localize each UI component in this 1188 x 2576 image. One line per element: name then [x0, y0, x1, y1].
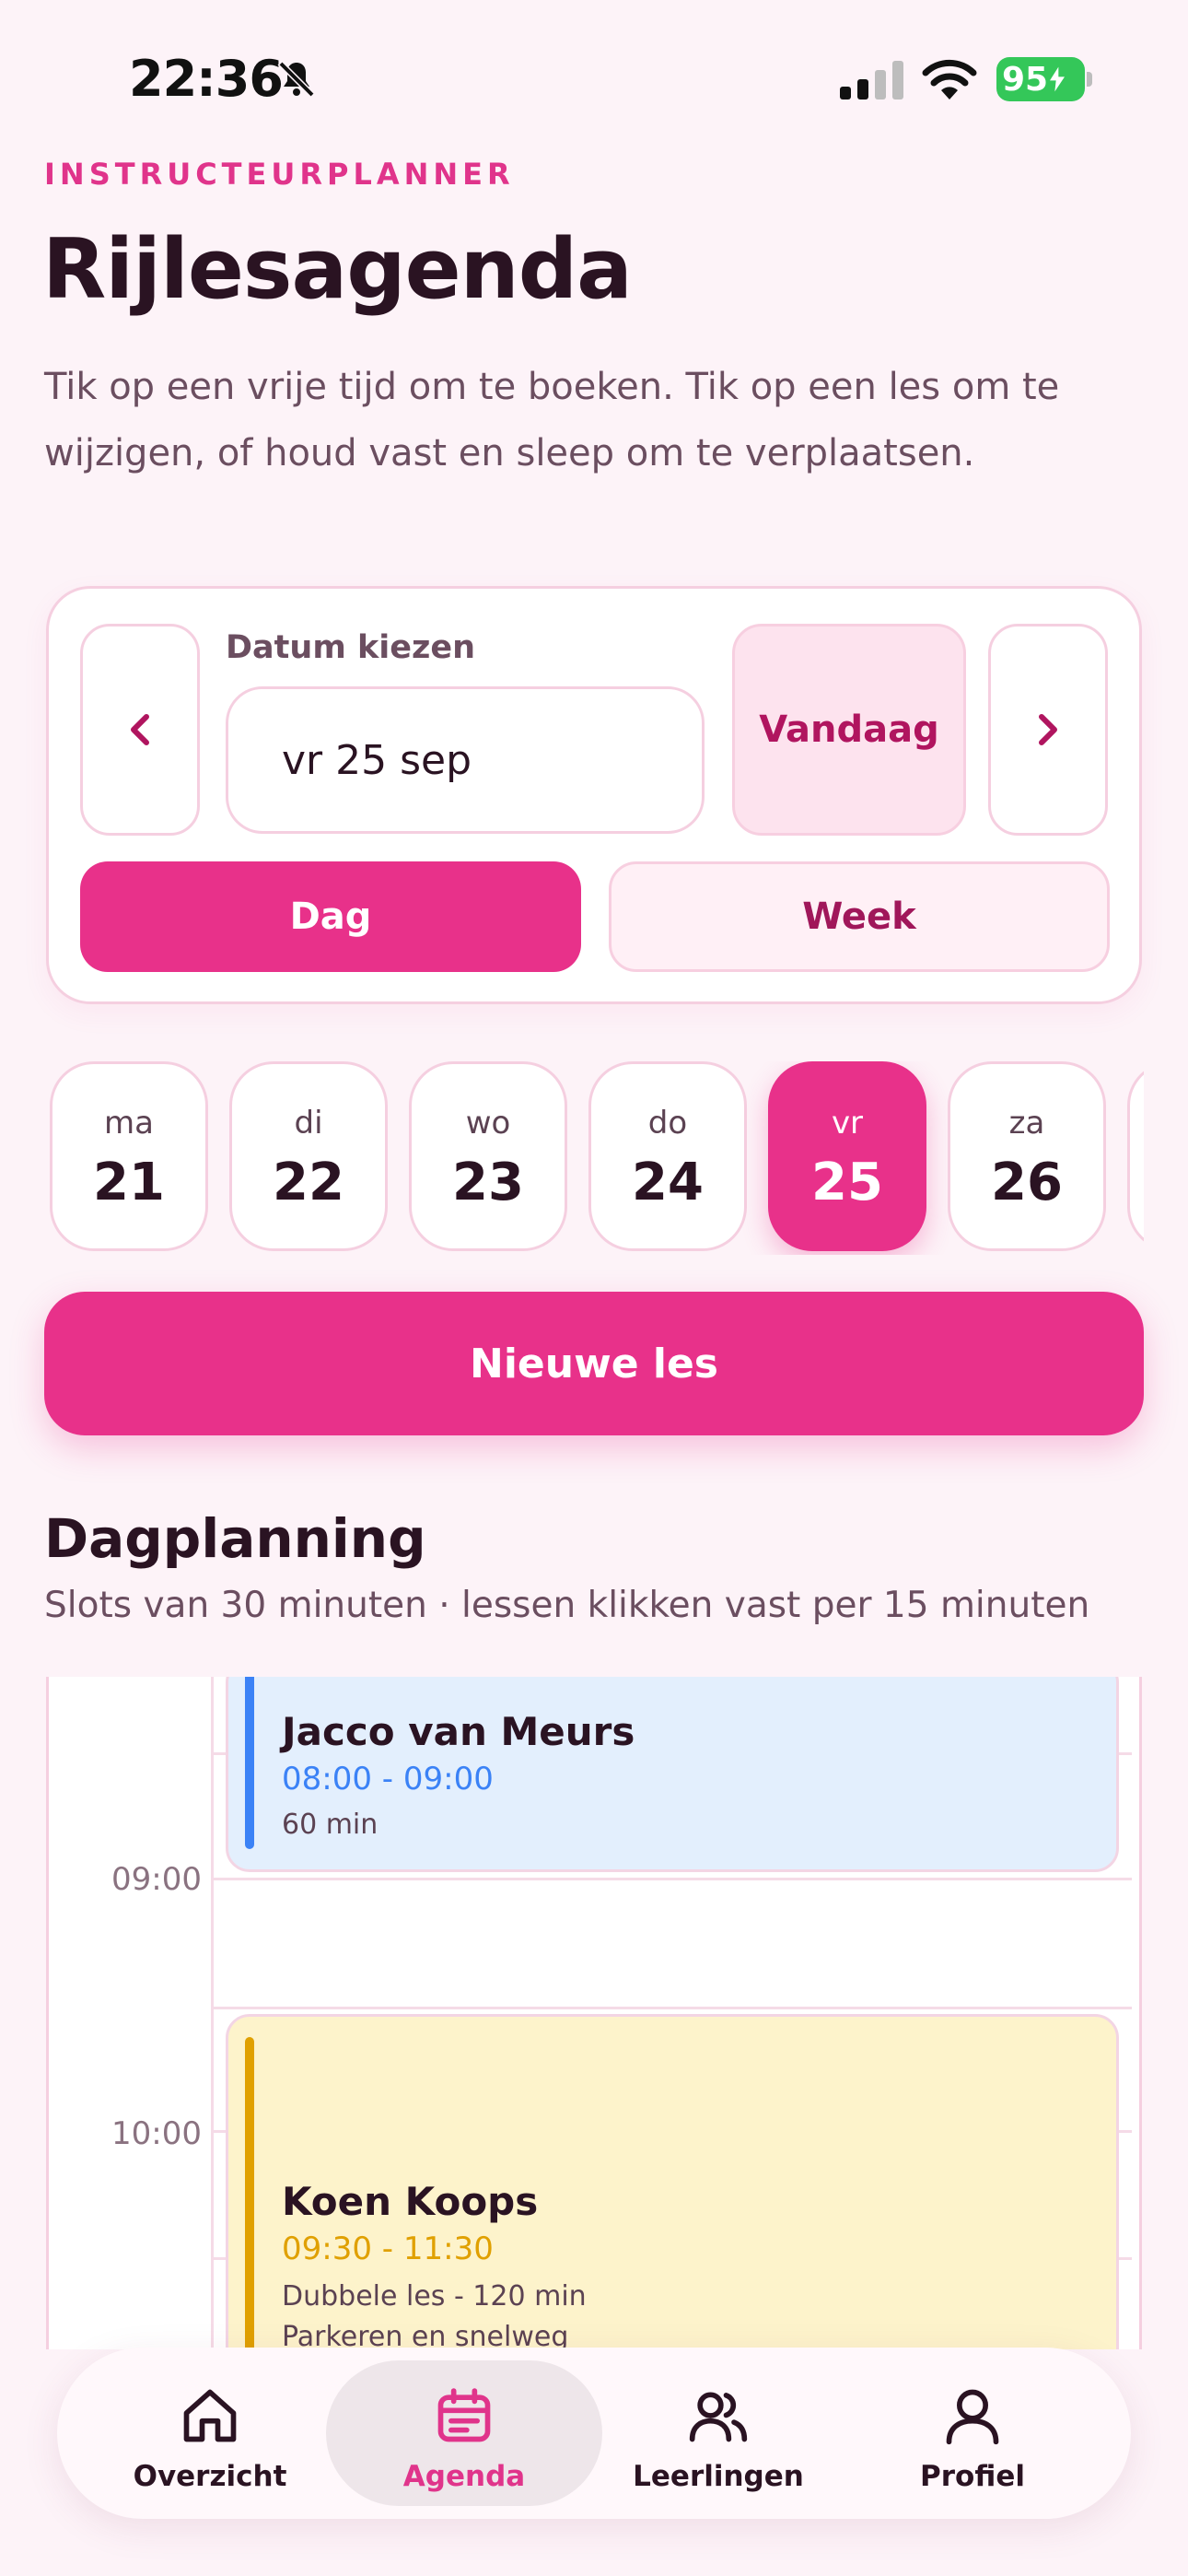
battery-cap — [1087, 72, 1092, 87]
today-button[interactable]: Vandaag — [732, 624, 966, 836]
chevron-left-icon — [131, 714, 149, 745]
day-number: 21 — [93, 1153, 165, 1212]
lesson-duration: 60 min — [282, 1809, 379, 1841]
battery-indicator: 95 — [996, 57, 1085, 101]
day-chip-za[interactable]: za 26 — [948, 1061, 1106, 1251]
date-picker-label: Datum kiezen — [226, 629, 476, 666]
day-number: 23 — [452, 1153, 524, 1212]
new-lesson-button[interactable]: Nieuwe les — [44, 1292, 1144, 1435]
tab-label: Overzicht — [133, 2460, 287, 2493]
previous-day-button[interactable] — [80, 624, 200, 836]
users-icon — [689, 2392, 748, 2442]
time-column-divider — [211, 1677, 214, 2349]
day-name: do — [647, 1105, 688, 1142]
profile-icon — [946, 2389, 999, 2445]
day-chip-do[interactable]: do 24 — [588, 1061, 747, 1251]
day-name: vr — [831, 1105, 864, 1142]
page-title: Rijlesagenda — [42, 221, 633, 318]
view-week-button[interactable]: Week — [609, 861, 1110, 972]
tab-agenda[interactable]: Agenda — [326, 2360, 602, 2506]
free-slot[interactable] — [214, 1880, 1129, 2004]
bottom-tab-bar: Overzicht Agenda Leerlingen Profiel — [57, 2348, 1131, 2519]
day-name: za — [1008, 1105, 1045, 1142]
planning-title: Dagplanning — [44, 1507, 426, 1570]
lesson-time: 09:30 - 11:30 — [282, 2231, 494, 2267]
page-overline: INSTRUCTEURPLANNER — [44, 157, 515, 192]
lesson-card[interactable]: Koen Koops 09:30 - 11:30 Dubbele les - 1… — [226, 2014, 1119, 2349]
charging-icon — [1050, 66, 1066, 92]
status-time: 22:36 — [129, 50, 284, 108]
tab-label: Agenda — [402, 2460, 526, 2493]
signal-icon — [840, 61, 903, 100]
day-number: 26 — [991, 1153, 1063, 1212]
day-number: 22 — [273, 1153, 344, 1212]
lesson-color-bar — [245, 2037, 254, 2349]
lesson-note: Parkeren en snelweg — [282, 2321, 569, 2349]
day-chip-vr-selected[interactable]: vr 25 — [768, 1061, 926, 1251]
calendar-icon — [437, 2388, 491, 2442]
time-label-0900: 09:00 — [111, 1861, 202, 1898]
wifi-icon — [922, 59, 977, 100]
day-chip-partial[interactable] — [1127, 1061, 1144, 1251]
tab-overzicht[interactable]: Overzicht — [72, 2360, 348, 2506]
time-label-1000: 10:00 — [111, 2115, 202, 2152]
day-name: di — [294, 1105, 323, 1142]
status-bar: 22:36 95 — [0, 0, 1188, 157]
lesson-card[interactable]: Jacco van Meurs 08:00 - 09:00 60 min — [226, 1677, 1119, 1872]
lesson-color-bar — [245, 1677, 254, 1849]
day-strip: ma 21 di 22 wo 23 do 24 vr 25 za 26 — [48, 1061, 1144, 1255]
day-chip-ma[interactable]: ma 21 — [50, 1061, 208, 1251]
tab-label: Leerlingen — [633, 2460, 804, 2493]
day-timeline: 09:00 10:00 Jacco van Meurs 08:00 - 09:0… — [46, 1677, 1142, 2349]
day-name: wo — [465, 1105, 511, 1142]
lesson-student: Jacco van Meurs — [282, 1709, 635, 1754]
lesson-duration: Dubbele les - 120 min — [282, 2280, 587, 2313]
day-chip-wo[interactable]: wo 23 — [409, 1061, 567, 1251]
date-picker-card: Datum kiezen vr 25 sep Vandaag Dag Week — [46, 586, 1142, 1004]
lesson-student: Koen Koops — [282, 2179, 539, 2224]
chevron-right-icon — [1039, 714, 1057, 745]
day-number: 24 — [632, 1153, 704, 1212]
day-name: ma — [104, 1105, 154, 1142]
bell-muted-icon — [277, 60, 316, 99]
date-input[interactable]: vr 25 sep — [226, 686, 705, 834]
day-chip-di[interactable]: di 22 — [229, 1061, 388, 1251]
tab-profiel[interactable]: Profiel — [834, 2360, 1111, 2506]
slot-line — [211, 2007, 1132, 2009]
tab-label: Profiel — [920, 2460, 1025, 2493]
lesson-time: 08:00 - 09:00 — [282, 1761, 494, 1797]
planning-subtitle: Slots van 30 minuten · lessen klikken va… — [44, 1585, 1090, 1626]
page-description: Tik op een vrije tijd om te boeken. Tik … — [44, 366, 1060, 474]
tab-leerlingen[interactable]: Leerlingen — [580, 2360, 856, 2506]
day-number: 25 — [811, 1153, 883, 1212]
view-day-button[interactable]: Dag — [80, 861, 581, 972]
home-icon — [183, 2389, 237, 2442]
battery-level: 95 — [1002, 60, 1049, 99]
next-day-button[interactable] — [988, 624, 1108, 836]
